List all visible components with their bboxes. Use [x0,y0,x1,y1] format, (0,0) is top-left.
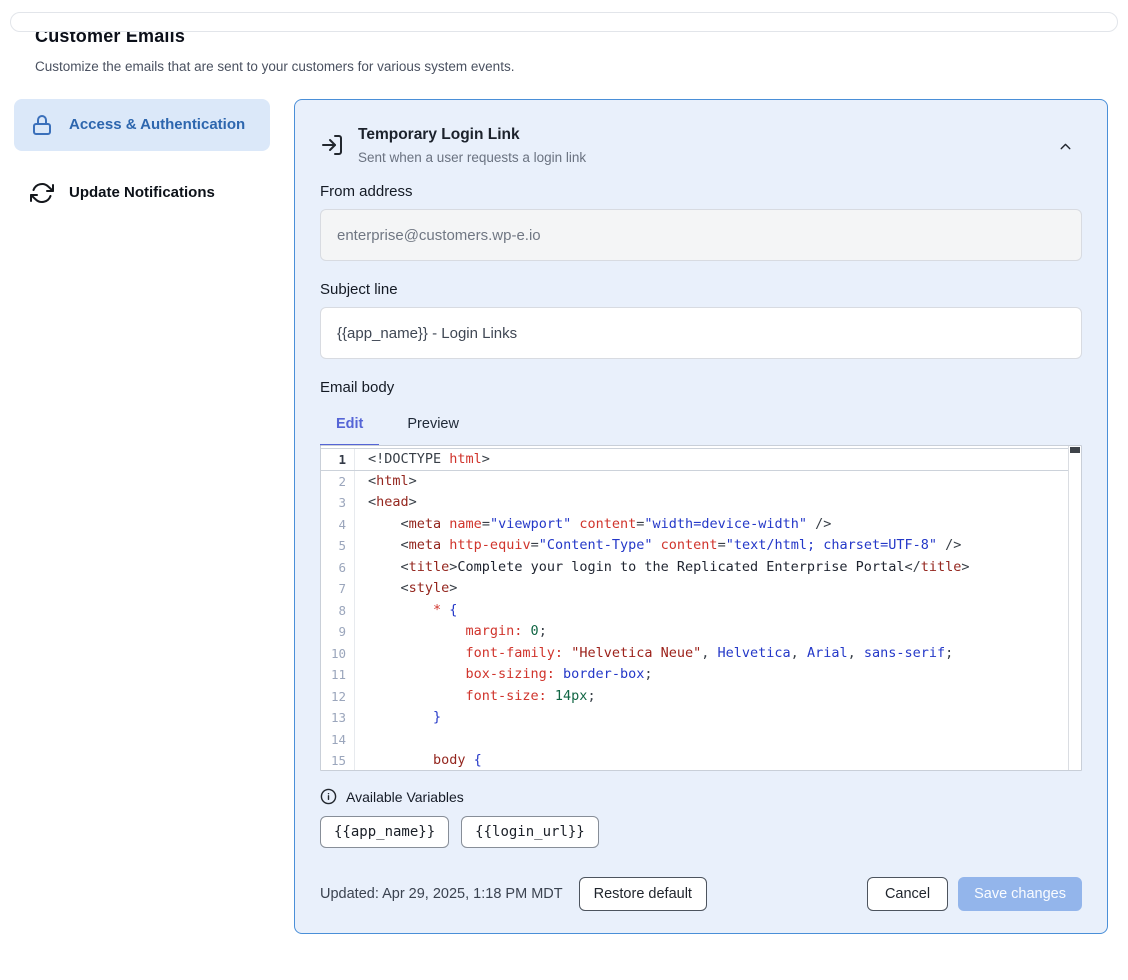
collapse-section-button[interactable] [1055,136,1076,157]
editor-tabs: Edit Preview [320,405,1082,445]
sidebar-item-label: Update Notifications [69,181,215,205]
code-line-2[interactable]: 2<html> [321,471,1068,493]
variable-chip-app_name[interactable]: {{app_name}} [320,816,449,848]
sidebar-item-update-notifications[interactable]: Update Notifications [14,167,270,219]
panel-subtitle: Sent when a user requests a login link [358,150,586,165]
code-line-content: <html> [355,471,417,493]
code-line-content: <title>Complete your login to the Replic… [355,557,970,579]
code-line-content: * { [355,600,457,622]
refresh-icon [30,181,54,205]
line-number: 15 [321,750,355,771]
sidebar-item-label: Access & Authentication [69,113,245,137]
line-number: 7 [321,578,355,600]
code-line-content: <!DOCTYPE html> [355,449,490,470]
panel-title: Temporary Login Link [358,126,586,144]
code-line-13[interactable]: 13} [321,707,1068,729]
info-icon [320,788,337,805]
line-number: 14 [321,729,355,751]
temporary-login-link-panel: Temporary Login Link Sent when a user re… [294,99,1108,934]
tab-preview[interactable]: Preview [391,405,475,445]
updated-timestamp: Updated: Apr 29, 2025, 1:18 PM MDT [320,886,563,902]
code-line-7[interactable]: 7<style> [321,578,1068,600]
line-number: 8 [321,600,355,622]
code-line-14[interactable]: 14 [321,729,1068,751]
variable-chips: {{app_name}} {{login_url}} [320,816,1082,848]
code-line-content: margin: 0; [355,621,547,643]
line-number: 1 [321,449,355,470]
restore-default-button[interactable]: Restore default [579,877,707,911]
code-line-15[interactable]: 15body { [321,750,1068,771]
lock-icon [30,113,54,137]
code-line-12[interactable]: 12font-size: 14px; [321,686,1068,708]
subject-line-input[interactable] [320,307,1082,359]
line-number: 11 [321,664,355,686]
code-line-content: <style> [355,578,457,600]
previous-card-bottom-edge [10,12,1118,32]
log-in-icon [320,133,344,157]
code-line-8[interactable]: 8* { [321,600,1068,622]
line-number: 6 [321,557,355,579]
editor-scrollbar-thumb[interactable] [1070,447,1080,453]
save-changes-button[interactable]: Save changes [958,877,1082,911]
code-line-11[interactable]: 11box-sizing: border-box; [321,664,1068,686]
code-line-content: <meta name="viewport" content="width=dev… [355,514,831,536]
variable-chip-login_url[interactable]: {{login_url}} [461,816,599,848]
code-line-6[interactable]: 6<title>Complete your login to the Repli… [321,557,1068,579]
line-number: 10 [321,643,355,665]
page-header: Customer Emails Customize the emails tha… [35,26,1093,74]
code-line-5[interactable]: 5<meta http-equiv="Content-Type" content… [321,535,1068,557]
code-line-content: <head> [355,492,417,514]
available-variables-label: Available Variables [346,789,464,805]
line-number: 13 [321,707,355,729]
code-line-10[interactable]: 10font-family: "Helvetica Neue", Helveti… [321,643,1068,665]
subject-line-label: Subject line [320,281,1082,298]
line-number: 4 [321,514,355,536]
tab-edit[interactable]: Edit [320,405,379,445]
code-line-4[interactable]: 4<meta name="viewport" content="width=de… [321,514,1068,536]
line-number: 2 [321,471,355,493]
code-line-1[interactable]: 1<!DOCTYPE html> [321,448,1068,471]
code-line-content: font-size: 14px; [355,686,596,708]
code-line-content: <meta http-equiv="Content-Type" content=… [355,535,961,557]
email-body-code-editor[interactable]: 1<!DOCTYPE html>2<html>3<head>4<meta nam… [320,445,1082,771]
code-line-9[interactable]: 9margin: 0; [321,621,1068,643]
page-subtitle: Customize the emails that are sent to yo… [35,59,1093,74]
code-line-content: } [355,707,441,729]
editor-scrollbar[interactable] [1068,446,1081,770]
line-number: 3 [321,492,355,514]
from-address-label: From address [320,183,1082,200]
from-address-input[interactable] [320,209,1082,261]
email-types-sidebar: Access & Authentication Update Notificati… [14,99,270,219]
line-number: 5 [321,535,355,557]
line-number: 12 [321,686,355,708]
code-line-content: body { [355,750,482,771]
code-line-3[interactable]: 3<head> [321,492,1068,514]
line-number: 9 [321,621,355,643]
code-line-content: box-sizing: border-box; [355,664,652,686]
chevron-up-icon [1057,138,1074,155]
code-line-content: font-family: "Helvetica Neue", Helvetica… [355,643,953,665]
cancel-button[interactable]: Cancel [867,877,948,911]
sidebar-item-access-authentication[interactable]: Access & Authentication [14,99,270,151]
code-line-content [355,729,368,751]
email-body-label: Email body [320,379,1082,396]
